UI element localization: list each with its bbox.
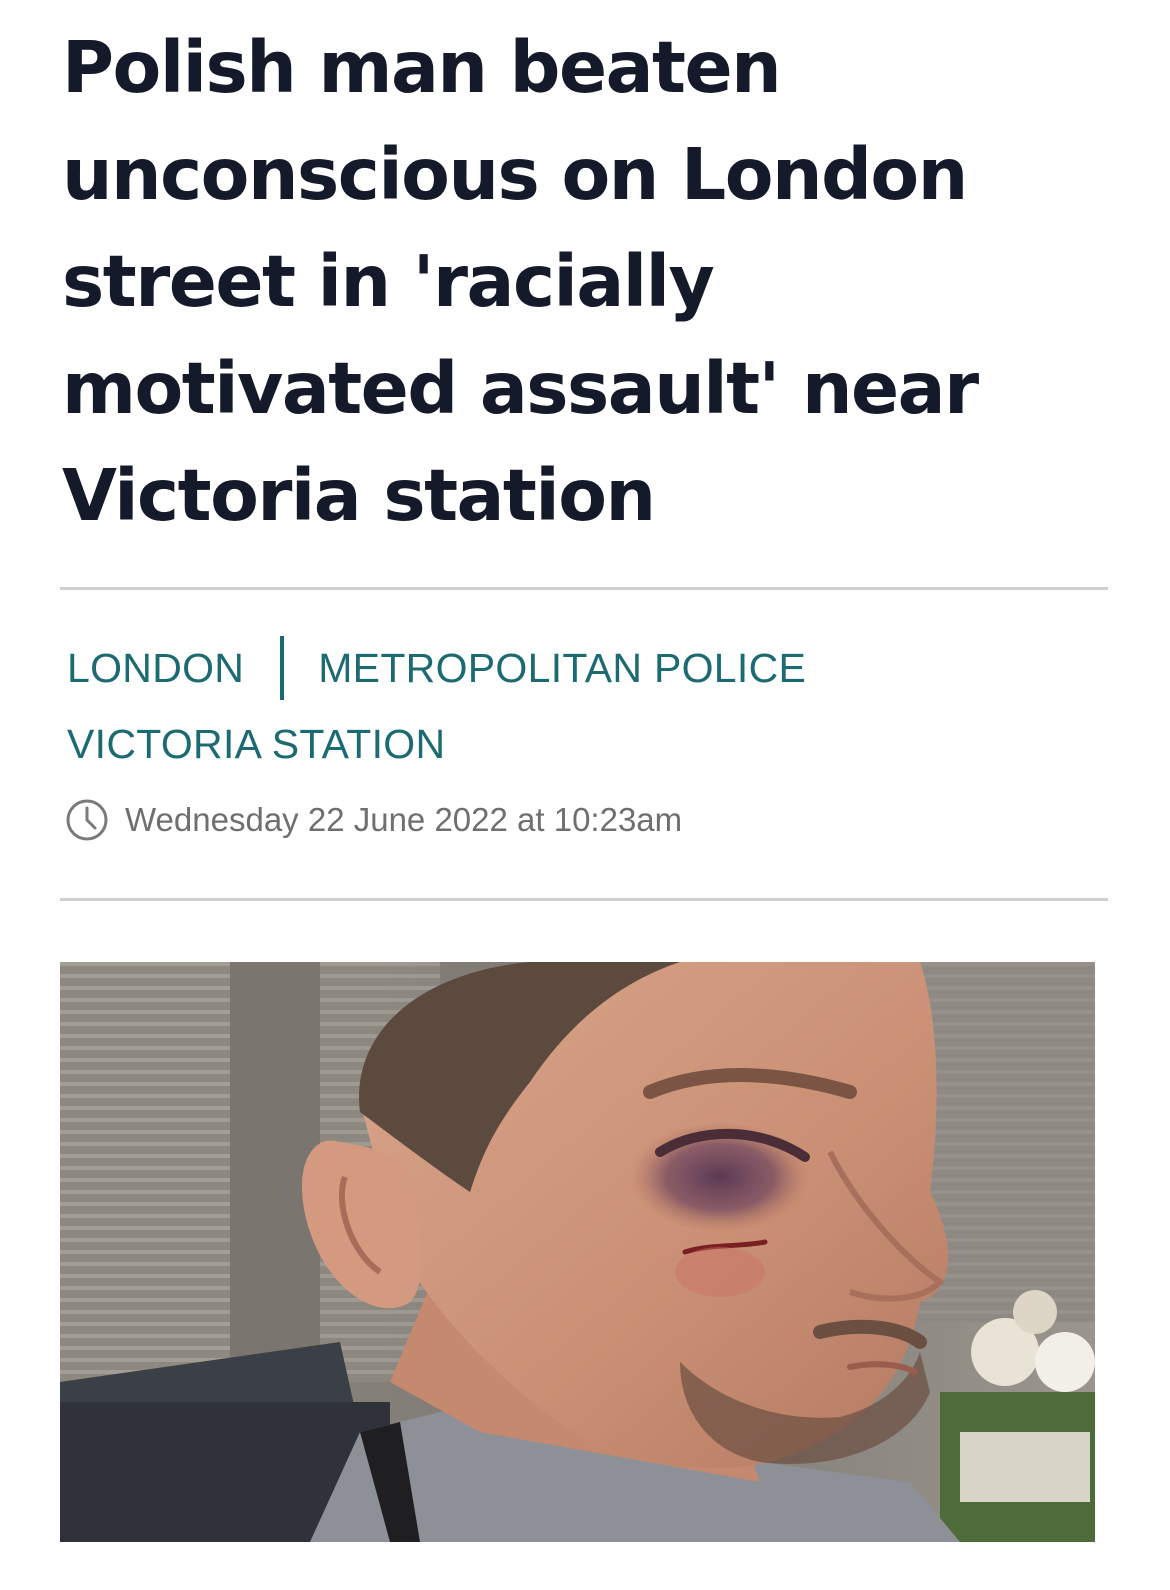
divider-bottom: [60, 898, 1108, 901]
publish-date: Wednesday 22 June 2022 at 10:23am: [125, 801, 683, 838]
clock-icon: [65, 798, 109, 842]
article-headline: Polish man beaten unconscious on London …: [62, 26, 979, 537]
tag-row-1: LONDON METROPOLITAN POLICE: [67, 630, 1107, 706]
article-dateline: Wednesday 22 June 2022 at 10:23am: [65, 798, 682, 842]
tag-separator: [280, 636, 285, 700]
tag-victoria-station[interactable]: VICTORIA STATION: [67, 721, 445, 768]
tag-london[interactable]: LONDON: [67, 645, 244, 692]
photo-man-with-bruised-eye-icon: [60, 962, 1095, 1542]
divider-top: [60, 587, 1108, 590]
tag-metropolitan-police[interactable]: METROPOLITAN POLICE: [318, 645, 806, 692]
hero-image[interactable]: [60, 962, 1095, 1542]
article-tags: LONDON METROPOLITAN POLICE VICTORIA STAT…: [67, 630, 1107, 782]
tag-row-2: VICTORIA STATION: [67, 706, 1107, 782]
